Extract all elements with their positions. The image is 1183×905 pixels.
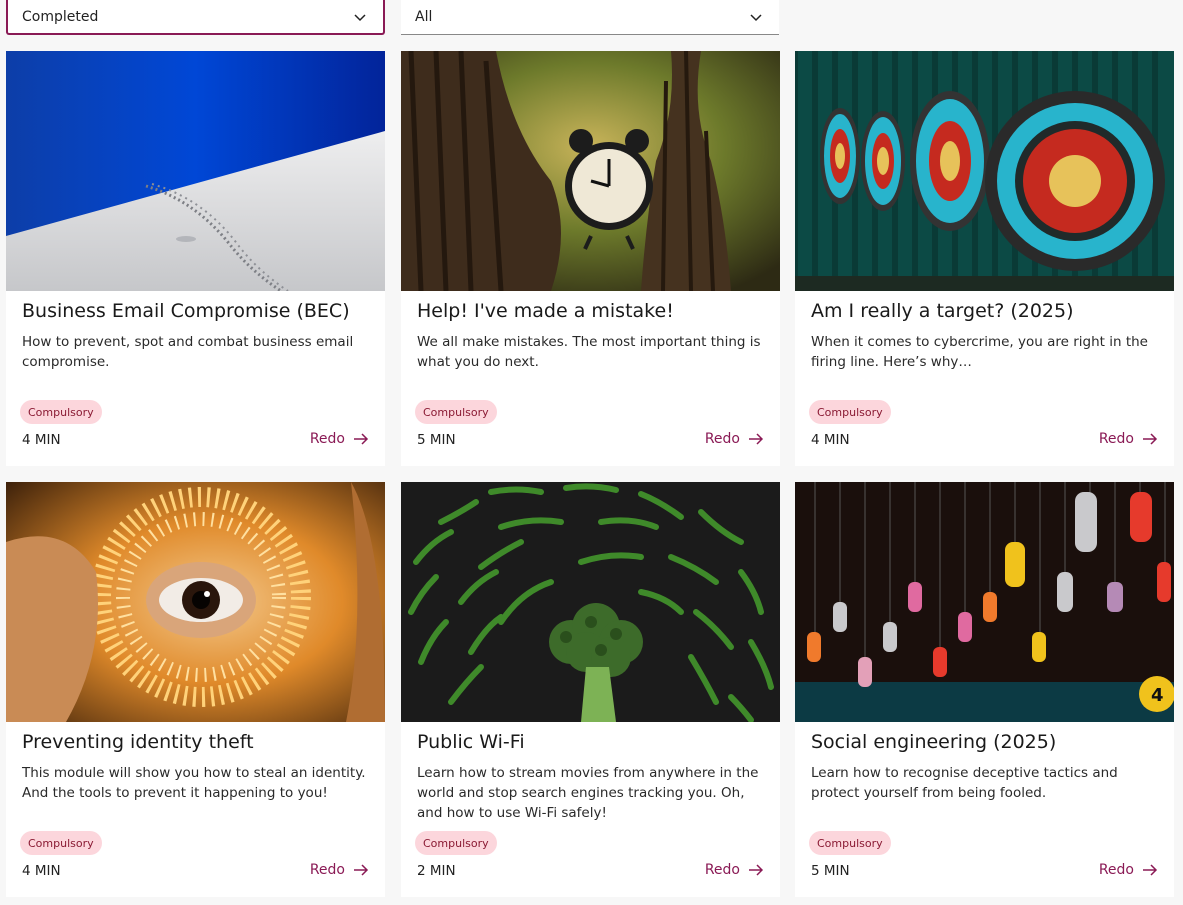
compulsory-badge: Compulsory xyxy=(415,400,497,424)
module-card[interactable]: Help! I've made a mistake! We all make m… xyxy=(401,51,780,466)
module-card[interactable]: Am I really a target? (2025) When it com… xyxy=(795,51,1174,466)
module-description: This module will show you how to steal a… xyxy=(22,765,366,801)
module-title: Help! I've made a mistake! xyxy=(417,300,674,322)
redo-label: Redo xyxy=(309,431,345,447)
compulsory-badge: Compulsory xyxy=(415,831,497,855)
module-duration: 2 MIN xyxy=(417,863,456,879)
type-filter-select[interactable]: All xyxy=(401,0,779,35)
chevron-down-icon xyxy=(750,14,762,22)
module-duration: 5 MIN xyxy=(417,432,456,448)
module-card[interactable]: Business Email Compromise (BEC) How to p… xyxy=(6,51,385,466)
module-thumbnail xyxy=(795,51,1174,291)
module-title: Public Wi-Fi xyxy=(417,731,525,753)
module-thumbnail: 4 xyxy=(795,482,1174,722)
chevron-down-icon xyxy=(354,14,366,22)
module-card[interactable]: Preventing identity theft This module wi… xyxy=(6,482,385,897)
redo-link[interactable]: Redo xyxy=(310,862,369,878)
module-duration: 4 MIN xyxy=(811,432,850,448)
module-title: Preventing identity theft xyxy=(22,731,254,753)
module-title: Am I really a target? (2025) xyxy=(811,300,1074,322)
module-description: How to prevent, spot and combat business… xyxy=(22,334,354,370)
module-duration: 4 MIN xyxy=(22,432,61,448)
compulsory-badge: Compulsory xyxy=(20,400,102,424)
arrow-right-icon xyxy=(1143,433,1158,445)
compulsory-badge: Compulsory xyxy=(809,831,891,855)
redo-label: Redo xyxy=(1098,862,1134,878)
redo-label: Redo xyxy=(704,431,740,447)
arrow-right-icon xyxy=(749,864,764,876)
module-duration: 5 MIN xyxy=(811,863,850,879)
arrow-right-icon xyxy=(354,864,369,876)
module-duration: 4 MIN xyxy=(22,863,61,879)
status-filter-value: Completed xyxy=(22,8,99,25)
filter-bar: Completed All xyxy=(6,0,1178,35)
redo-link[interactable]: Redo xyxy=(705,862,764,878)
module-title: Business Email Compromise (BEC) xyxy=(22,300,350,322)
redo-link[interactable]: Redo xyxy=(705,431,764,447)
module-description: When it comes to cybercrime, you are rig… xyxy=(811,334,1148,370)
compulsory-badge: Compulsory xyxy=(20,831,102,855)
module-thumbnail xyxy=(6,51,385,291)
arrow-right-icon xyxy=(354,433,369,445)
svg-text:4: 4 xyxy=(1151,685,1164,706)
redo-label: Redo xyxy=(309,862,345,878)
module-title: Social engineering (2025) xyxy=(811,731,1057,753)
redo-label: Redo xyxy=(704,862,740,878)
redo-label: Redo xyxy=(1098,431,1134,447)
module-thumbnail xyxy=(401,482,780,722)
module-description: Learn how to stream movies from anywhere… xyxy=(417,765,759,821)
arrow-right-icon xyxy=(1143,864,1158,876)
redo-link[interactable]: Redo xyxy=(1099,431,1158,447)
redo-link[interactable]: Redo xyxy=(310,431,369,447)
compulsory-badge: Compulsory xyxy=(809,400,891,424)
arrow-right-icon xyxy=(749,433,764,445)
module-thumbnail xyxy=(401,51,780,291)
status-filter-select[interactable]: Completed xyxy=(6,0,385,35)
module-description: We all make mistakes. The most important… xyxy=(417,334,761,370)
module-description: Learn how to recognise deceptive tactics… xyxy=(811,765,1118,801)
type-filter-value: All xyxy=(415,9,433,25)
module-card[interactable]: Public Wi-Fi Learn how to stream movies … xyxy=(401,482,780,897)
module-card[interactable]: 4 Social engineering (2025) Learn how to… xyxy=(795,482,1174,897)
redo-link[interactable]: Redo xyxy=(1099,862,1158,878)
module-thumbnail xyxy=(6,482,385,722)
